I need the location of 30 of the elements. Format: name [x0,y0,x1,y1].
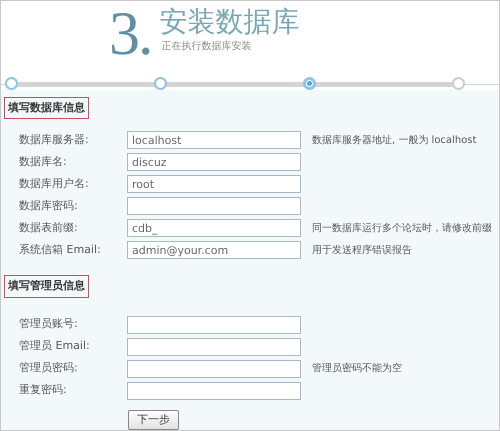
input-field[interactable] [127,316,301,334]
field-hint: 同一数据库运行多个论坛时，请修改前缀 [312,222,492,236]
section-heading: 填写管理员信息 [4,275,89,298]
field-label: 管理员账号: [18,316,79,332]
input-field[interactable]: admin@your.com [127,241,301,259]
field-label: 数据库名: [18,154,68,170]
input-field[interactable] [127,382,301,400]
field-label: 数据表前缀: [18,220,79,236]
section-heading: 填写数据库信息 [4,96,89,119]
field-hint: 用于发送程序错误报告 [312,244,412,258]
input-field[interactable]: localhost [127,131,301,149]
input-field[interactable]: root [127,175,301,193]
field-label: 管理员 Email: [18,338,91,354]
input-field[interactable] [127,360,301,378]
page-subtitle: 正在执行数据库安装 [162,40,252,54]
input-field[interactable]: cdb_ [127,219,301,237]
field-label: 管理员密码: [18,360,79,376]
field-hint: 数据库服务器地址, 一般为 localhost [312,134,476,148]
step-number: 3. [109,3,152,65]
field-hint: 管理员密码不能为空 [312,362,402,376]
next-button[interactable]: 下一步 [128,410,179,430]
field-label: 重复密码: [18,382,68,398]
input-field[interactable] [127,338,301,356]
page-title: 安装数据库 [160,5,300,39]
input-field[interactable] [127,197,301,215]
field-label: 系统信箱 Email: [18,242,102,258]
input-field[interactable]: discuz [127,153,301,171]
field-label: 数据库服务器: [18,132,90,148]
field-label: 数据库用户名: [18,176,90,192]
field-label: 数据库密码: [18,198,79,214]
